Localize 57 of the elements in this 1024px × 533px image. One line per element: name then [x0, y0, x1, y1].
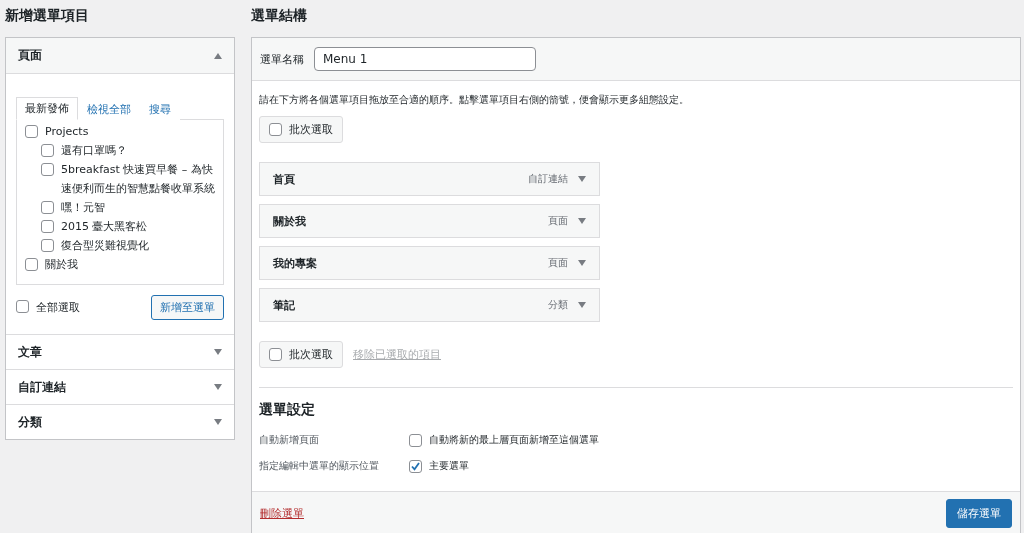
- section-header[interactable]: 頁面: [6, 38, 234, 73]
- page-label: Projects: [45, 124, 89, 140]
- collapse-arrow-icon[interactable]: [214, 52, 222, 59]
- menu-item-type: 分類: [548, 298, 568, 312]
- page-label: 還有口罩嗎？: [61, 143, 127, 159]
- checkbox[interactable]: [16, 300, 29, 313]
- setting-label: 指定編輯中選單的顯示位置: [259, 459, 380, 473]
- menu-item-type: 頁面: [548, 256, 568, 270]
- option-label: 自動將新的最上層頁面新增至這個選單: [429, 433, 599, 447]
- checkbox[interactable]: [25, 125, 38, 138]
- checkbox[interactable]: [41, 201, 54, 214]
- checkbox[interactable]: [25, 258, 38, 271]
- menu-item-title: 筆記: [273, 297, 296, 313]
- menu-item-title: 首頁: [273, 171, 296, 187]
- expand-arrow-icon[interactable]: [214, 419, 222, 425]
- menu-item[interactable]: 關於我 頁面: [259, 204, 600, 238]
- checkbox[interactable]: [41, 239, 54, 252]
- tab[interactable]: 最新發佈: [16, 97, 78, 120]
- page-label: 關於我: [45, 257, 78, 273]
- expand-arrow-icon[interactable]: [578, 302, 586, 308]
- menu-item[interactable]: 我的專案 頁面: [259, 246, 600, 280]
- checkbox[interactable]: [41, 144, 54, 157]
- checkbox[interactable]: [41, 220, 54, 233]
- bulk-select-button[interactable]: 批次選取: [259, 116, 343, 143]
- field-label: 選單名稱: [260, 51, 304, 67]
- instructions: 請在下方將各個選單項目拖放至合適的順序。點擊選單項目右側的箭號，便會顯示更多組態設定。: [259, 93, 690, 107]
- option-label: 主要選單: [429, 459, 469, 473]
- delete-menu-link[interactable]: 刪除選單: [260, 505, 304, 521]
- expand-arrow-icon[interactable]: [578, 260, 586, 266]
- page-label: 復合型災難視覺化: [61, 238, 149, 254]
- expand-arrow-icon[interactable]: [578, 176, 586, 182]
- page-label: 5breakfast 快速買早餐 – 為快速便利而生的智慧點餐收單系統: [61, 162, 215, 197]
- menu-item-title: 關於我: [273, 213, 307, 229]
- save-menu-button[interactable]: 儲存選單: [946, 498, 1012, 528]
- menu-item-type: 自訂連結: [528, 172, 568, 186]
- menu-item[interactable]: 筆記 分類: [259, 288, 600, 322]
- panel-title: 選單結構: [251, 6, 308, 25]
- panel-title: 新增選單項目: [5, 6, 90, 25]
- menu-item[interactable]: 首頁 自訂連結: [259, 162, 600, 196]
- expand-arrow-icon[interactable]: [578, 218, 586, 224]
- checkbox[interactable]: [269, 123, 282, 136]
- page-label: 2015 臺大黑客松: [61, 219, 148, 235]
- section-title: 選單設定: [259, 401, 316, 419]
- bulk-select-button[interactable]: 批次選取: [259, 341, 343, 368]
- menu-name-field[interactable]: Menu 1: [314, 47, 536, 71]
- menu-item-type: 頁面: [548, 214, 568, 228]
- select-all-label: 全部選取: [36, 301, 80, 314]
- checkbox[interactable]: [269, 348, 282, 361]
- checkbox[interactable]: [409, 433, 422, 447]
- menu-item-title: 我的專案: [273, 255, 318, 271]
- setting-label: 自動新增頁面: [259, 433, 320, 447]
- expand-arrow-icon[interactable]: [214, 384, 222, 390]
- add-to-menu-button[interactable]: 新增至選單: [151, 295, 224, 320]
- expand-arrow-icon[interactable]: [214, 349, 222, 355]
- checkbox[interactable]: [41, 163, 54, 176]
- checkbox[interactable]: [409, 459, 422, 473]
- page-label: 嘿！元智: [61, 200, 105, 216]
